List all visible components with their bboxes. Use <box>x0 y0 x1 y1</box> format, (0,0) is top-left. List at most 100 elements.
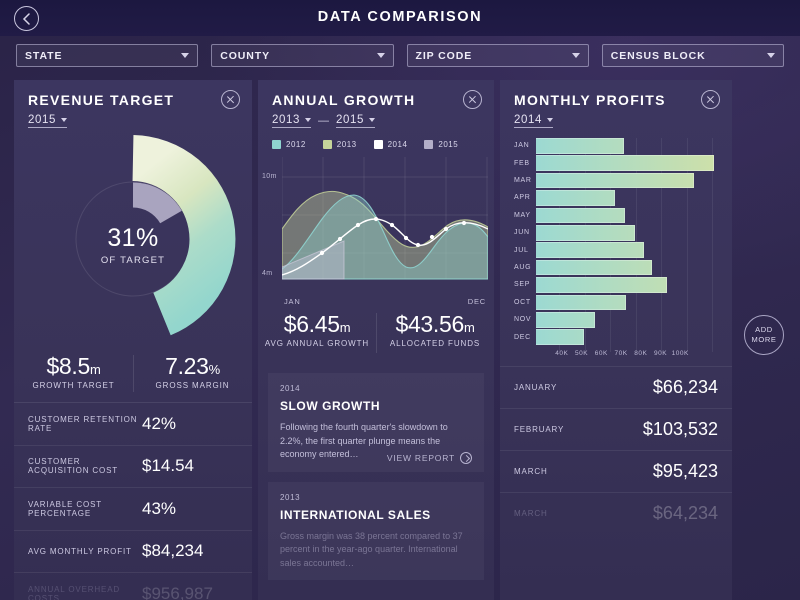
news-card-international-sales[interactable]: 2013 INTERNATIONAL SALES Gross margin wa… <box>268 481 484 580</box>
bar-track <box>536 207 722 224</box>
bar-label: JUN <box>514 229 530 237</box>
chevron-down-icon <box>181 53 190 58</box>
monthly-profits-bar-chart: JAN FEB MAR APR MAY JUN JUL AUG SEP OCT NOV DEC 40K… <box>500 138 732 366</box>
close-icon[interactable] <box>701 90 720 109</box>
bar-track <box>536 190 722 206</box>
bar-track <box>536 311 722 328</box>
revenue-donut-chart: 31% OF TARGET <box>14 132 252 347</box>
filter-bar: STATE COUNTY ZIP CODE CENSUS BLOCK <box>16 44 784 67</box>
legend-item-2013[interactable]: 2013 <box>322 140 357 149</box>
revenue-year-select[interactable]: 2015 <box>28 114 67 128</box>
bar-track <box>536 138 722 154</box>
news-year: 2014 <box>280 384 301 393</box>
bar[interactable] <box>536 190 615 206</box>
filter-zip-code[interactable]: ZIP CODE <box>406 44 589 67</box>
kpi-name: CUSTOMER RETENTION RATE <box>28 414 138 433</box>
x-axis-tick: 90K <box>653 349 668 357</box>
donut-svg <box>75 135 236 336</box>
bar[interactable] <box>536 138 624 154</box>
profits-year-select[interactable]: 2014 <box>514 114 553 128</box>
legend-item-2012[interactable]: 2012 <box>272 140 306 149</box>
bar[interactable] <box>536 207 626 224</box>
bar-row: OCT <box>508 294 722 311</box>
x-axis-tick: 100K <box>671 349 689 357</box>
card-profits-title: MONTHLY PROFITS <box>514 92 666 108</box>
month-value: $103,532 <box>642 419 718 439</box>
app-header: DATA COMPARISON <box>0 0 800 36</box>
donut-secondary-arc <box>132 182 182 224</box>
add-more-button[interactable]: ADD MORE <box>744 315 784 355</box>
area-chart-svg <box>282 157 488 280</box>
bar-row: JUN <box>508 224 722 241</box>
card-revenue-header: REVENUE TARGET <box>14 80 252 109</box>
bar-label: MAY <box>514 211 531 219</box>
bar[interactable] <box>536 311 596 328</box>
bar[interactable] <box>536 242 645 258</box>
bar-label: FEB <box>514 159 530 167</box>
kpi-row: VARIABLE COST PERCENTAGE 43% <box>14 488 252 531</box>
month-value: $95,423 <box>652 461 718 481</box>
filter-county[interactable]: COUNTY <box>211 44 394 67</box>
stat-gross-margin-value: 7.23% <box>165 353 220 379</box>
kpi-name: VARIABLE COST PERCENTAGE <box>28 499 102 518</box>
bar-label: SEP <box>514 281 531 289</box>
bar[interactable] <box>536 329 584 345</box>
card-revenue-target: REVENUE TARGET 2015 31% OF TARGET $8.5m … <box>14 80 252 600</box>
bar[interactable] <box>536 172 695 189</box>
bar-label: DEC <box>514 333 531 341</box>
filter-state[interactable]: STATE <box>16 44 199 67</box>
bar[interactable] <box>536 259 653 276</box>
bar-row: MAR <box>508 172 722 189</box>
kpi-row: CUSTOMER RETENTION RATE 42% <box>14 403 252 446</box>
growth-year-from-select[interactable]: 2013 <box>272 114 311 128</box>
bar-track <box>536 294 722 311</box>
add-more-line1: ADD <box>755 325 773 334</box>
bar[interactable] <box>536 294 626 311</box>
x-axis-tick: 80K <box>634 349 648 357</box>
stat-avg-annual-growth-value: $6.45m <box>283 311 351 337</box>
stat-allocated-funds-value: $43.56m <box>395 311 475 337</box>
bar-track <box>536 277 722 293</box>
legend-item-2014[interactable]: 2014 <box>373 140 408 149</box>
growth-legend: 2012 2013 2014 2015 <box>258 128 494 149</box>
stat-growth-target-label: GROWTH TARGET <box>32 381 115 390</box>
filter-census-block[interactable]: CENSUS BLOCK <box>601 44 784 67</box>
growth-year-from-value: 2013 <box>272 114 300 126</box>
chevron-down-icon <box>571 53 580 58</box>
bar-row: SEP <box>508 277 722 293</box>
bar[interactable] <box>536 155 714 171</box>
close-icon[interactable] <box>221 90 240 109</box>
view-report-button[interactable]: VIEW REPORT <box>387 451 472 464</box>
bar-row: NOV <box>508 311 722 328</box>
x-axis-tick: 60K <box>594 349 608 357</box>
x-axis-tick: 70K <box>614 349 628 357</box>
bar-row: FEB <box>508 155 722 171</box>
page-title: DATA COMPARISON <box>317 9 483 25</box>
bar[interactable] <box>536 224 636 241</box>
close-icon[interactable] <box>463 90 482 109</box>
x-axis-tick: 50K <box>574 349 589 357</box>
legend-item-2015[interactable]: 2015 <box>424 140 458 149</box>
card-revenue-title: REVENUE TARGET <box>28 92 175 108</box>
month-name: JANUARY <box>514 383 558 392</box>
x-axis-tick: 40K <box>555 349 569 357</box>
card-monthly-profits: MONTHLY PROFITS 2014 JAN FEB MAR APR MAY JUN J… <box>500 80 732 600</box>
growth-year-to-select[interactable]: 2015 <box>335 114 375 128</box>
donut-progress-arc <box>131 135 236 336</box>
kpi-value: $14.54 <box>142 456 194 476</box>
chevron-down-icon <box>767 53 775 58</box>
month-row: MARCH $64,234 <box>500 492 732 534</box>
legend-label: 2014 <box>387 140 408 149</box>
month-row: FEBRUARY $103,532 <box>500 408 732 450</box>
legend-swatch <box>272 140 281 149</box>
stat-avg-annual-growth: $6.45m AVG ANNUAL GROWTH <box>258 305 376 363</box>
bar[interactable] <box>536 277 667 293</box>
bar-rows-host: JAN FEB MAR APR MAY JUN JUL AUG SEP OCT NOV DEC <box>508 138 722 345</box>
legend-label: 2015 <box>438 140 459 149</box>
bar-label: MAR <box>514 177 532 185</box>
bar-row: MAY <box>508 207 722 224</box>
news-card-slow-growth[interactable]: 2014 SLOW GROWTH Following the fourth qu… <box>268 373 484 472</box>
month-row: JANUARY $66,234 <box>500 366 732 408</box>
profits-year-row: 2014 <box>500 108 732 128</box>
year-range-dash: — <box>317 115 329 127</box>
